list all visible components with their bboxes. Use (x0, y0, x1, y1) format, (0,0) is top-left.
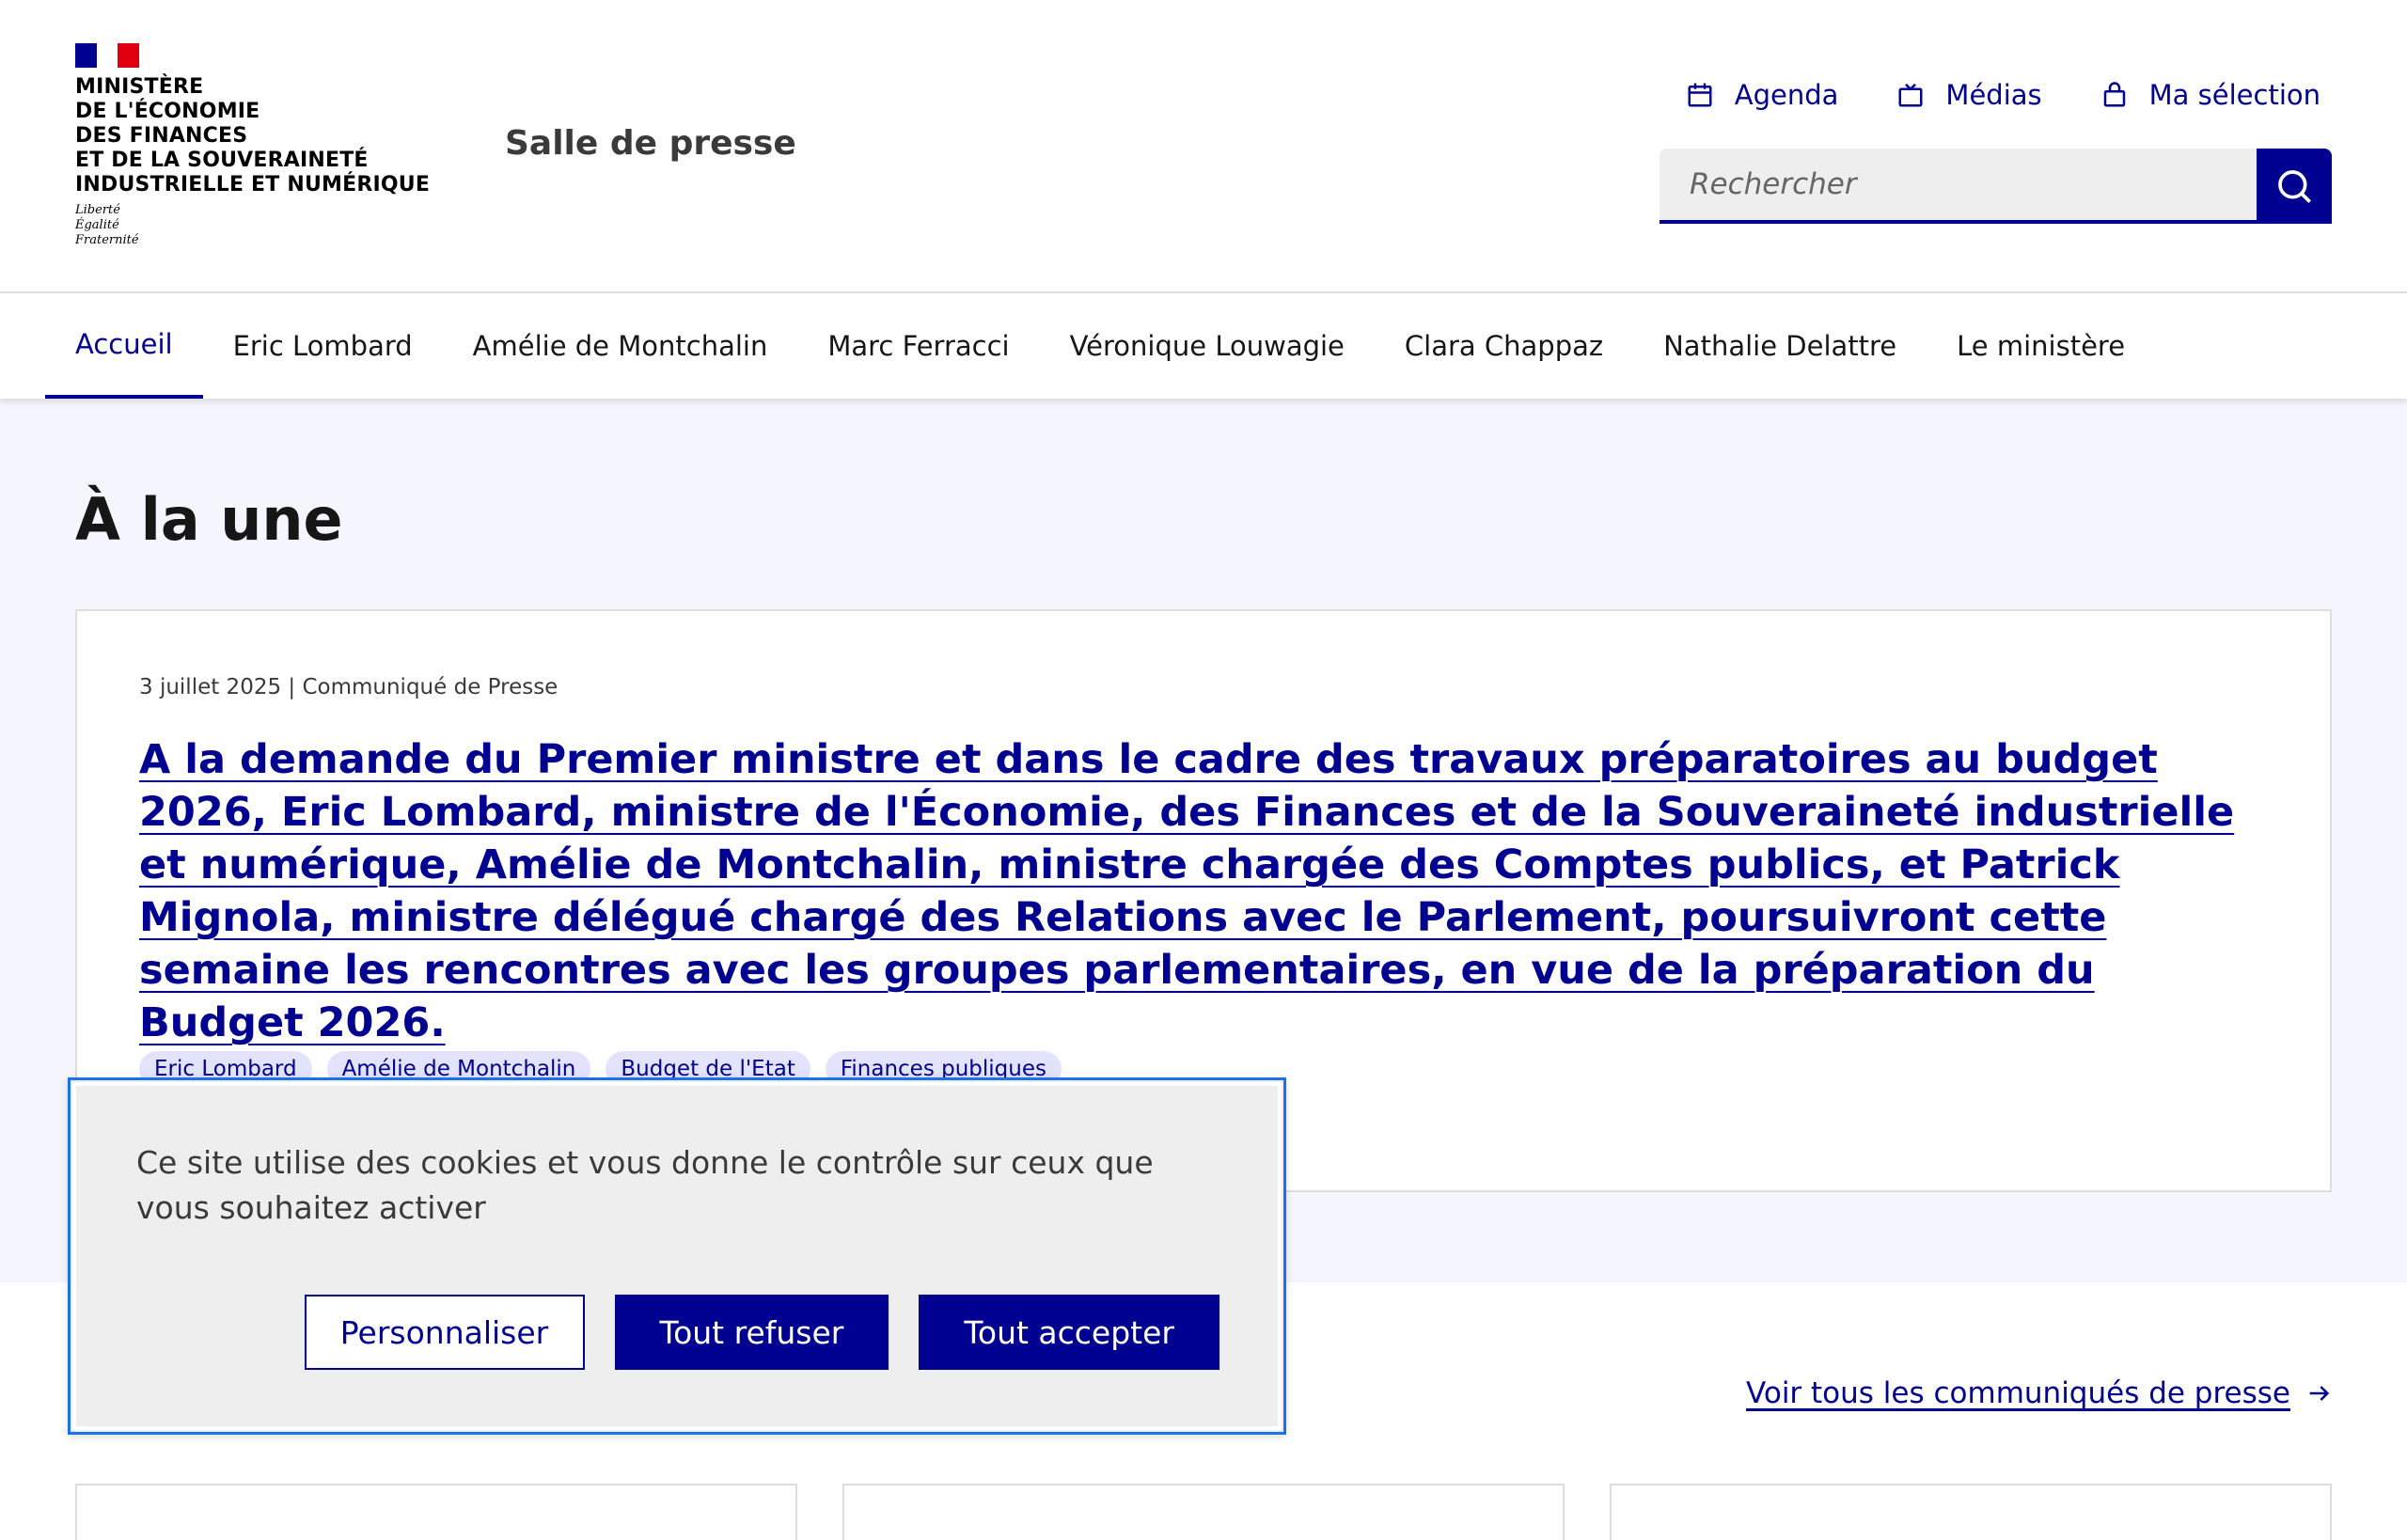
search-button[interactable] (2257, 149, 2332, 224)
quick-links: Agenda Médias Ma sélection (1686, 79, 2320, 111)
search-input[interactable] (1660, 149, 2257, 224)
search-bar (1660, 149, 2332, 224)
customize-cookies-button[interactable]: Personnaliser (304, 1295, 585, 1370)
press-release-card[interactable] (842, 1484, 1565, 1540)
cookie-banner: Ce site utilise des cookies et vous donn… (68, 1077, 1286, 1435)
nav-item-marc-ferracci[interactable]: Marc Ferracci (797, 293, 1039, 399)
nav-item-amelie-de-montchalin[interactable]: Amélie de Montchalin (443, 293, 798, 399)
press-release-card[interactable] (1610, 1484, 2332, 1540)
press-release-card[interactable] (75, 1484, 797, 1540)
see-all-label: Voir tous les communiqués de presse (1746, 1376, 2290, 1410)
republic-motto: Liberté Égalité Fraternité (75, 203, 139, 247)
nav-item-clara-chappaz[interactable]: Clara Chappaz (1375, 293, 1633, 399)
republic-flag-icon (75, 43, 140, 68)
ministry-name: Ministère de l'Économie des Finances et … (75, 75, 431, 196)
selection-label: Ma sélection (2148, 79, 2320, 111)
search-icon (2278, 170, 2311, 203)
site-title[interactable]: Salle de presse (505, 124, 796, 163)
press-release-cards (75, 1484, 2332, 1540)
media-link[interactable]: Médias (1896, 79, 2042, 111)
nav-item-le-ministere[interactable]: Le ministère (1927, 293, 2155, 399)
nav-item-nathalie-delattre[interactable]: Nathalie Delattre (1633, 293, 1927, 399)
ministry-logo[interactable]: Ministère de l'Économie des Finances et … (75, 43, 470, 248)
main-nav: Accueil Eric Lombard Amélie de Montchali… (0, 293, 2407, 399)
accept-all-cookies-button[interactable]: Tout accepter (919, 1295, 1219, 1370)
selection-link[interactable]: Ma sélection (2100, 79, 2320, 111)
nav-item-eric-lombard[interactable]: Eric Lombard (203, 293, 443, 399)
card-title-link[interactable]: A la demande du Premier ministre et dans… (139, 733, 2264, 1049)
nav-item-veronique-louwagie[interactable]: Véronique Louwagie (1040, 293, 1375, 399)
card-meta: 3 juillet 2025 | Communiqué de Presse (139, 675, 558, 699)
nav-item-accueil[interactable]: Accueil (45, 293, 203, 399)
agenda-link[interactable]: Agenda (1686, 79, 1839, 111)
cookie-actions: Personnaliser Tout refuser Tout accepter (304, 1295, 1219, 1370)
refuse-all-cookies-button[interactable]: Tout refuser (614, 1295, 889, 1370)
cookie-message: Ce site utilise des cookies et vous donn… (136, 1144, 1154, 1226)
media-label: Médias (1945, 79, 2042, 111)
media-icon (1898, 83, 1923, 107)
agenda-label: Agenda (1734, 79, 1839, 111)
bag-icon (2103, 82, 2125, 107)
site-header: Ministère de l'Économie des Finances et … (0, 0, 2407, 293)
calendar-icon (1688, 83, 1712, 107)
arrow-right-icon (2309, 1386, 2330, 1401)
see-all-press-releases-link[interactable]: Voir tous les communiqués de presse (1746, 1376, 2332, 1410)
section-title: À la une (75, 485, 343, 554)
